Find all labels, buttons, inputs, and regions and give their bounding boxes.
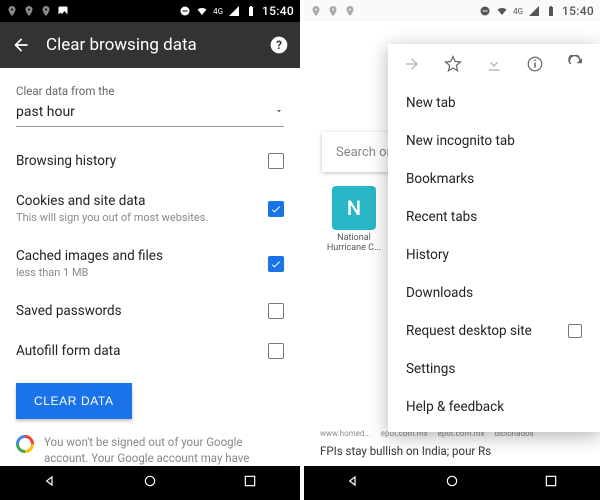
menu-item[interactable]: Bookmarks (388, 160, 600, 198)
nav-back-icon[interactable] (345, 473, 361, 493)
menu-item-label: Help & feedback (406, 399, 504, 415)
network-label: 4G (513, 7, 523, 16)
info-icon[interactable] (525, 54, 545, 74)
dnd-icon (179, 5, 191, 17)
item-title: Cookies and site data (16, 193, 258, 209)
item-title: Browsing history (16, 153, 258, 169)
location-icon-2 (327, 5, 339, 17)
clock: 15:40 (262, 4, 294, 18)
checklist-item[interactable]: Saved passwords (16, 291, 284, 331)
item-subtitle: less than 1 MB (16, 266, 258, 279)
menu-item-label: Recent tabs (406, 209, 477, 225)
location-icon (6, 5, 18, 17)
image-icon (57, 5, 69, 17)
footer-note-text: You won't be signed out of your Google a… (44, 435, 278, 466)
overflow-menu: New tab New incognito tab Bookmarks Recent … (388, 44, 600, 432)
menu-item-label: New incognito tab (406, 133, 515, 149)
nav-back-icon[interactable] (42, 473, 58, 493)
chrome-ntp: Search or N National Hurricane C... DOGn… (304, 22, 600, 466)
tile-1[interactable]: N National Hurricane C... (322, 186, 386, 254)
checkbox[interactable] (268, 303, 284, 319)
checkbox[interactable] (268, 201, 284, 217)
location-icon (310, 5, 322, 17)
location-icon-3 (40, 5, 52, 17)
clear-data-button[interactable]: CLEAR DATA (16, 383, 132, 419)
timeframe-value: past hour (16, 104, 75, 120)
svg-text:?: ? (276, 38, 282, 52)
android-navbar (304, 466, 600, 500)
menu-item[interactable]: Recent tabs (388, 198, 600, 236)
checklist-item[interactable]: Cookies and site data This will sign you … (16, 181, 284, 236)
status-bar: 4G 15:40 (0, 0, 300, 22)
menu-item[interactable]: Help & feedback (388, 388, 600, 426)
google-footer-note: You won't be signed out of your Google a… (16, 435, 284, 466)
menu-item-label: Request desktop site (406, 323, 532, 339)
appbar-title: Clear browsing data (46, 35, 197, 55)
dnd-icon (479, 5, 491, 17)
clock: 15:40 (562, 4, 594, 18)
status-bar: 4G 15:40 (304, 0, 600, 22)
back-icon[interactable] (10, 34, 32, 56)
item-title: Cached images and files (16, 248, 258, 264)
search-placeholder: Search or (336, 145, 391, 160)
menu-item[interactable]: New incognito tab (388, 122, 600, 160)
checkbox[interactable] (268, 343, 284, 359)
tile-letter: N (332, 186, 376, 230)
news-headline[interactable]: FPIs stay bullish on India; pour Rs (304, 440, 600, 466)
appbar: Clear browsing data ? (0, 22, 300, 68)
menu-item[interactable]: Request desktop site (388, 312, 600, 350)
menu-item-label: New tab (406, 95, 456, 111)
menu-item-label: Settings (406, 361, 455, 377)
menu-item[interactable]: Settings (388, 350, 600, 388)
menu-icon-row (388, 44, 600, 84)
star-icon[interactable] (443, 54, 463, 74)
item-subtitle: This will sign you out of most websites. (16, 211, 258, 224)
wifi-icon (496, 5, 508, 17)
checklist-item[interactable]: Autofill form data (16, 331, 284, 371)
signal-icon (228, 5, 240, 17)
phone-left: 4G 15:40 Clear browsing data ? Clear dat… (0, 0, 300, 500)
tile-caption: National Hurricane C... (322, 234, 386, 254)
battery-icon (545, 5, 557, 17)
download-icon[interactable] (484, 54, 504, 74)
network-label: 4G (213, 7, 223, 16)
location-icon-3 (344, 5, 356, 17)
menu-item[interactable]: History (388, 236, 600, 274)
forward-icon[interactable] (402, 54, 422, 74)
nav-home-icon[interactable] (142, 473, 158, 493)
signal-icon (528, 5, 540, 17)
menu-item[interactable]: Downloads (388, 274, 600, 312)
timeframe-dropdown[interactable]: past hour (16, 98, 284, 127)
nav-home-icon[interactable] (444, 473, 460, 493)
phone-right: 4G 15:40 Search or N National Hurricane … (300, 0, 600, 500)
refresh-icon[interactable] (566, 54, 586, 74)
menu-item-label: Bookmarks (406, 171, 474, 187)
checkbox[interactable] (268, 153, 284, 169)
menu-item-label: History (406, 247, 449, 263)
location-icon-2 (23, 5, 35, 17)
nav-recents-icon[interactable] (543, 473, 559, 493)
android-navbar (0, 466, 300, 500)
item-title: Saved passwords (16, 303, 258, 319)
wifi-icon (196, 5, 208, 17)
checkbox[interactable] (268, 256, 284, 272)
help-icon[interactable]: ? (268, 34, 290, 56)
menu-item-label: Downloads (406, 285, 473, 301)
battery-icon (245, 5, 257, 17)
menu-item[interactable]: New tab (388, 84, 600, 122)
checklist-item[interactable]: Cached images and files less than 1 MB (16, 236, 284, 291)
google-logo-icon (16, 435, 34, 453)
nav-recents-icon[interactable] (242, 473, 258, 493)
checklist-item[interactable]: Browsing history (16, 141, 284, 181)
item-title: Autofill form data (16, 343, 258, 359)
settings-body: Clear data from the past hour Browsing h… (0, 68, 300, 466)
checkbox[interactable] (568, 324, 582, 338)
news-src: www.homed... (320, 429, 371, 438)
timeframe-label: Clear data from the (16, 84, 284, 98)
chevron-down-icon (274, 105, 284, 120)
